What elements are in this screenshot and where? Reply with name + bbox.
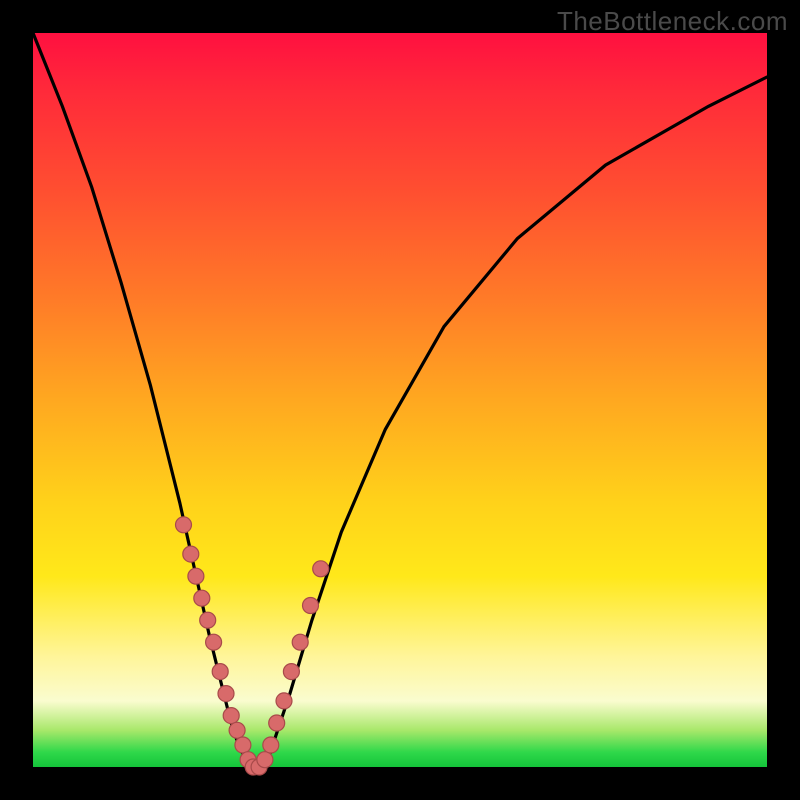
bead — [200, 612, 216, 628]
plot-area — [33, 33, 767, 767]
bead — [188, 568, 204, 584]
bead — [257, 752, 273, 768]
bead — [269, 715, 285, 731]
curve-layer — [33, 33, 767, 767]
bead — [235, 737, 251, 753]
bead — [176, 517, 192, 533]
bead — [263, 737, 279, 753]
bead — [303, 598, 319, 614]
bead — [212, 664, 228, 680]
bead — [194, 590, 210, 606]
chart-frame: TheBottleneck.com — [0, 0, 800, 800]
bottleneck-curve — [33, 33, 767, 767]
bead — [229, 722, 245, 738]
bead — [183, 546, 199, 562]
bead — [218, 686, 234, 702]
cluster-beads — [176, 517, 329, 775]
bead — [313, 561, 329, 577]
bead — [292, 634, 308, 650]
bead — [283, 664, 299, 680]
bead — [223, 708, 239, 724]
watermark-text: TheBottleneck.com — [557, 6, 788, 37]
bead — [206, 634, 222, 650]
bead — [276, 693, 292, 709]
